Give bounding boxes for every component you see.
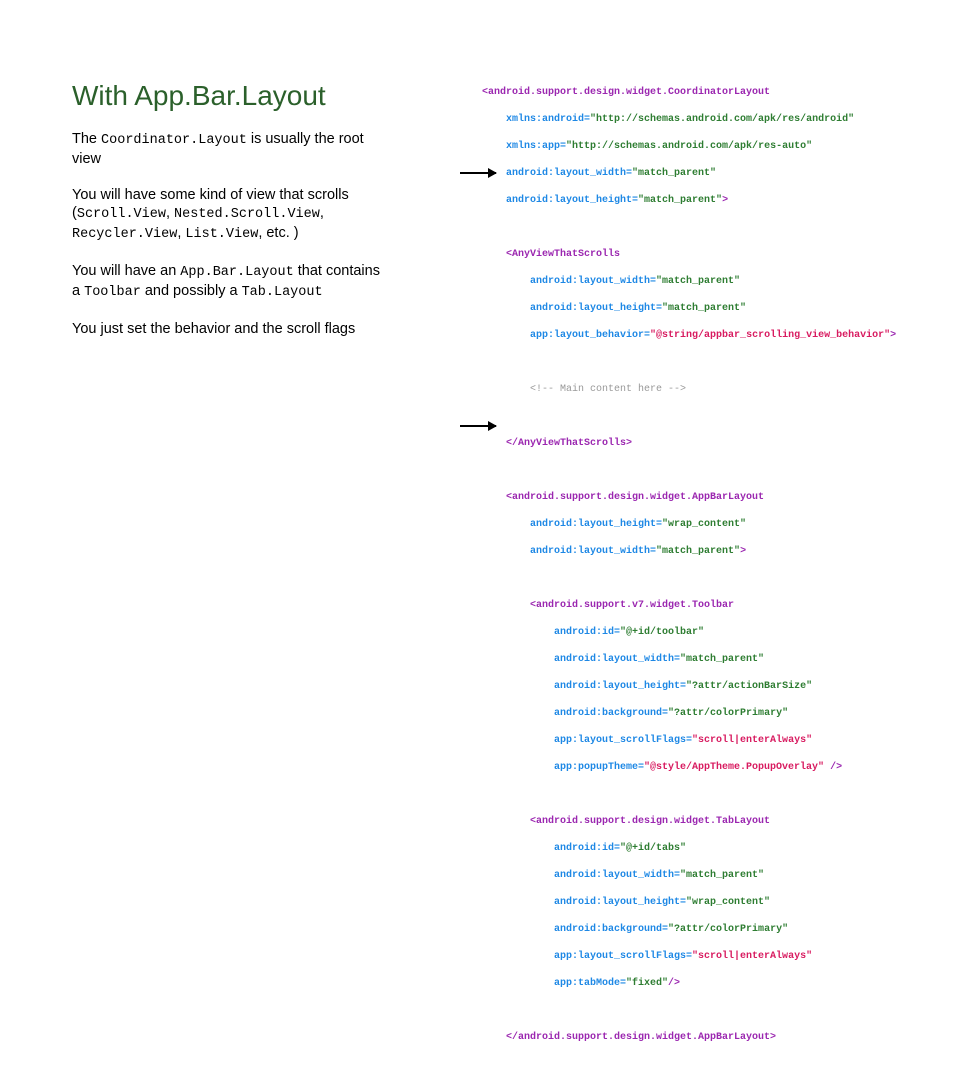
paragraph-3: You will have an App.Bar.Layout that con… <box>72 262 392 302</box>
text-column: With App.Bar.Layout The Coordinator.Layo… <box>72 80 392 356</box>
code-block: <android.support.design.widget.Coordinat… <box>482 72 902 1080</box>
slide-title: With App.Bar.Layout <box>72 80 392 112</box>
paragraph-2: You will have some kind of view that scr… <box>72 186 392 244</box>
paragraph-1: The Coordinator.Layout is usually the ro… <box>72 130 392 168</box>
paragraph-4: You just set the behavior and the scroll… <box>72 320 392 338</box>
